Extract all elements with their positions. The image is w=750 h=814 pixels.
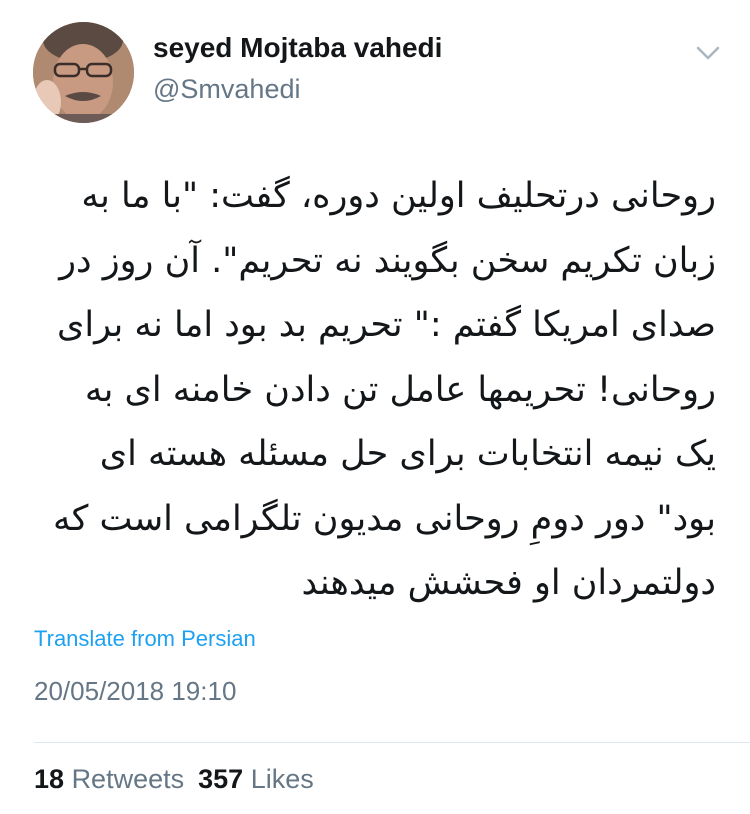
tweet-text-line: زبان تکریم سخن بگویند نه تحریم". آن روز … xyxy=(59,240,716,281)
tweet-card: seyed Mojtaba vahedi @Smvahedi روحانی در… xyxy=(0,0,750,814)
tweet-text-line: روحانی درتحلیف اولین دوره، گفت: "با ما ب… xyxy=(81,176,716,216)
user-handle[interactable]: @Smvahedi xyxy=(153,74,300,105)
tweet-text: روحانی درتحلیف اولین دوره، گفت: "با ما ب… xyxy=(30,164,716,616)
avatar[interactable] xyxy=(33,22,134,123)
retweets-label: Retweets xyxy=(71,764,185,794)
tweet-text-line: صدای امریکا گفتم :" تحریم بد بود اما نه … xyxy=(57,305,716,345)
tweet-text-line: بود" دور دومِ روحانی مدیون تلگرامی است ک… xyxy=(52,498,716,539)
tweet-timestamp[interactable]: 20/05/2018 19:10 xyxy=(34,676,236,707)
tweet-text-line: یک نیمه انتخابات برای حل مسئله هسته ای xyxy=(99,434,716,474)
likes-count: 357 xyxy=(198,764,244,794)
translate-link[interactable]: Translate from Persian xyxy=(34,626,256,652)
divider xyxy=(34,742,750,743)
tweet-stats: 18 Retweets 357 Likes xyxy=(34,764,314,795)
tweet-text-line: روحانی! تحریمها عامل تن دادن خامنه ای به xyxy=(84,369,716,410)
retweets-count: 18 xyxy=(34,764,65,794)
likes-label: Likes xyxy=(250,764,314,794)
user-display-name[interactable]: seyed Mojtaba vahedi xyxy=(153,32,442,64)
retweets-stat[interactable]: 18 Retweets xyxy=(34,764,184,794)
profile-photo-icon xyxy=(33,22,134,123)
chevron-down-icon xyxy=(696,46,720,60)
tweet-text-line: دولتمردان او فحشش میدهند xyxy=(301,563,716,603)
likes-stat[interactable]: 357 Likes xyxy=(198,764,314,794)
tweet-menu-button[interactable] xyxy=(692,40,724,66)
